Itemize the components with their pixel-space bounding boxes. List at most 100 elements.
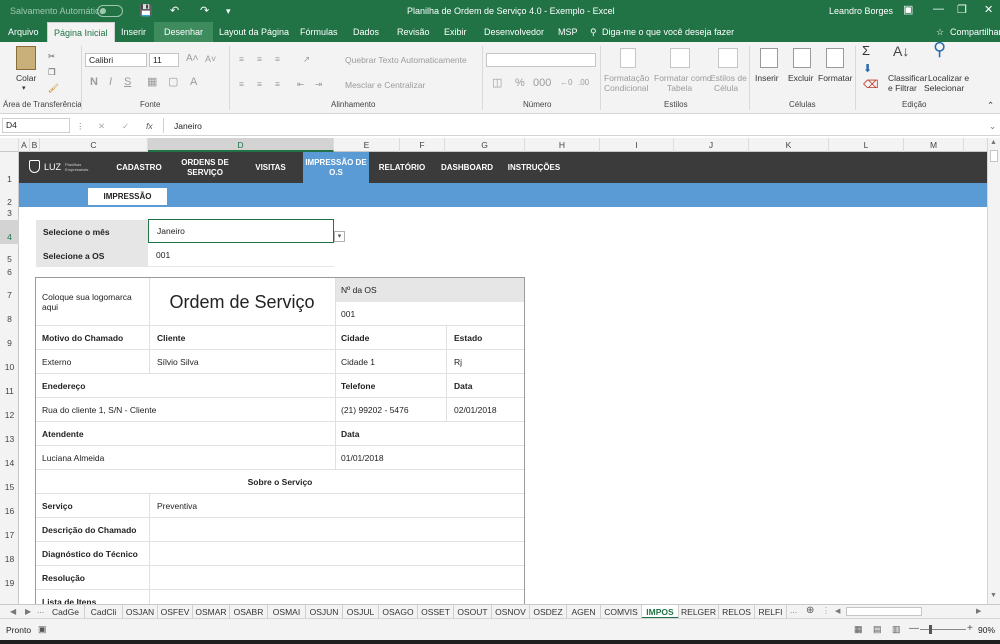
find-label-2[interactable]: Selecionar [924, 83, 964, 93]
save-icon[interactable]: 💾 [139, 4, 153, 17]
fill-color-icon[interactable]: ▢ [168, 77, 178, 88]
row-header[interactable]: 13 [0, 434, 19, 444]
autosum-icon[interactable]: Σ [862, 44, 870, 57]
tab-inserir[interactable]: Inserir [121, 27, 146, 37]
zoom-in-icon[interactable]: + [967, 623, 973, 634]
align-left-icon[interactable]: ≡ [239, 79, 244, 89]
bold-icon[interactable]: N [90, 77, 98, 88]
cell-styles-icon[interactable] [718, 48, 738, 68]
clear-icon[interactable]: ⌫ [863, 80, 879, 91]
customize-qat-icon[interactable]: ▾ [226, 6, 231, 17]
nav-impressao-os[interactable]: IMPRESSÃO DE O.S [303, 152, 369, 183]
share-button[interactable]: Compartilhar [950, 27, 1000, 37]
column-header[interactable]: E [334, 138, 400, 152]
sheet-tab[interactable]: OSSET [418, 605, 454, 619]
subtab-impressao[interactable]: IMPRESSÃO [88, 188, 167, 205]
sheet-tab[interactable]: OSJUN [306, 605, 343, 619]
nav-relatorio[interactable]: RELATÓRIO [373, 152, 431, 183]
align-right-icon[interactable]: ≡ [275, 79, 280, 89]
decrease-font-icon[interactable]: A˅ [205, 54, 216, 64]
row-header[interactable]: 10 [0, 362, 19, 372]
insert-button[interactable]: Inserir [755, 73, 779, 83]
align-bottom-icon[interactable]: ≡ [275, 54, 280, 64]
delete-button[interactable]: Excluir [788, 73, 814, 83]
hscroll-thumb[interactable] [846, 607, 922, 616]
sheet-tab[interactable]: RELFI [755, 605, 787, 619]
font-size-select[interactable]: 11 [149, 53, 179, 67]
row-header[interactable]: 2 [0, 197, 19, 207]
tab-dados[interactable]: Dados [353, 27, 379, 37]
cancel-icon[interactable]: ✕ [98, 121, 105, 131]
percent-icon[interactable]: % [515, 78, 525, 89]
nav-instrucoes[interactable]: INSTRUÇÕES [504, 152, 564, 183]
tab-formulas[interactable]: Fórmulas [300, 27, 338, 37]
tab-layout[interactable]: Layout da Página [219, 27, 289, 37]
align-center-icon[interactable]: ≡ [257, 79, 262, 89]
os-select[interactable]: 001 [148, 244, 334, 267]
row-header[interactable]: 6 [0, 267, 19, 277]
redo-icon[interactable]: ↷ [200, 4, 209, 17]
formula-input[interactable]: Janeiro [163, 118, 985, 133]
search-icon[interactable]: ⚲ [933, 40, 946, 58]
dropdown-arrow-icon[interactable]: ▾ [334, 231, 345, 242]
row-header[interactable]: 17 [0, 530, 19, 540]
format-cells-icon[interactable] [826, 48, 844, 68]
collapse-ribbon-icon[interactable]: ⌃ [987, 100, 994, 110]
sheet-tab[interactable]: RELGER [679, 605, 719, 619]
conditional-format-icon[interactable] [620, 48, 636, 68]
column-header[interactable]: F [400, 138, 445, 152]
tell-me-search[interactable]: Diga-me o que você deseja fazer [602, 27, 734, 37]
add-sheet-icon[interactable]: ⊕ [806, 605, 814, 616]
sheet-tab-active[interactable]: IMPOS [642, 605, 679, 619]
sheet-tab[interactable]: OSMAI [268, 605, 306, 619]
currency-icon[interactable]: ◫ [492, 78, 502, 89]
normal-view-icon[interactable]: ▦ [854, 624, 863, 635]
chevron-down-icon[interactable]: ▾ [22, 84, 26, 94]
column-header[interactable]: D [148, 138, 334, 152]
underline-icon[interactable]: S [124, 77, 131, 88]
increase-font-icon[interactable]: A˄ [186, 54, 199, 64]
sheet-tab[interactable]: OSNOV [492, 605, 530, 619]
font-name-select[interactable]: Calibri [85, 53, 147, 67]
find-label-1[interactable]: Localizar e [928, 73, 969, 83]
sort-filter-icon[interactable]: A↓ [893, 44, 909, 58]
row-header[interactable]: 14 [0, 458, 19, 468]
clipboard-icon[interactable] [16, 46, 36, 70]
decrease-decimal-icon[interactable]: .00 [578, 78, 589, 88]
zoom-slider-thumb[interactable] [929, 625, 932, 634]
sheet-tab[interactable]: COMVIS [601, 605, 642, 619]
increase-decimal-icon[interactable]: ←0 [560, 78, 572, 88]
tab-desenhar[interactable]: Desenhar [154, 22, 214, 42]
column-header[interactable]: J [674, 138, 749, 152]
wrap-text-button[interactable]: Quebrar Texto Automaticamente [345, 55, 467, 65]
enter-icon[interactable]: ✓ [122, 121, 129, 131]
nav-dashboard[interactable]: DASHBOARD [437, 152, 497, 183]
row-header[interactable]: 7 [0, 290, 19, 300]
row-header[interactable]: 18 [0, 554, 19, 564]
orientation-icon[interactable]: ↗ [303, 54, 310, 64]
row-header[interactable]: 19 [0, 578, 19, 588]
copy-icon[interactable]: ❐ [48, 67, 56, 77]
split-handle-icon[interactable]: ⋮ [822, 606, 830, 615]
zoom-level[interactable]: 90% [978, 625, 995, 635]
merge-center-button[interactable]: Mesclar e Centralizar [345, 80, 425, 90]
undo-icon[interactable]: ↶ [170, 4, 179, 17]
page-layout-icon[interactable]: ▤ [873, 624, 882, 635]
sheet-tab[interactable]: CadCli [85, 605, 123, 619]
sheet-tab[interactable]: CadGe [47, 605, 85, 619]
sheet-tab[interactable]: RELOS [719, 605, 755, 619]
row-header[interactable]: 5 [0, 254, 19, 264]
zoom-slider[interactable] [920, 629, 966, 630]
nav-visitas[interactable]: VISITAS [243, 152, 298, 183]
cond-format-label-2[interactable]: Condicional [604, 83, 648, 93]
tab-exibir[interactable]: Exibir [444, 27, 467, 37]
select-all-corner[interactable] [0, 138, 19, 152]
hscroll-left-icon[interactable]: ◀ [835, 607, 840, 615]
sheet-tab[interactable]: OSOUT [454, 605, 492, 619]
tab-arquivo[interactable]: Arquivo [8, 27, 39, 37]
scroll-tabs-left-icon[interactable]: ◀ [10, 607, 16, 616]
cell-styles-label-1[interactable]: Estilos de [710, 73, 747, 83]
scroll-up-icon[interactable]: ▲ [990, 139, 997, 146]
row-header[interactable]: 11 [0, 386, 19, 396]
more-tabs-right[interactable]: ... [790, 605, 797, 615]
